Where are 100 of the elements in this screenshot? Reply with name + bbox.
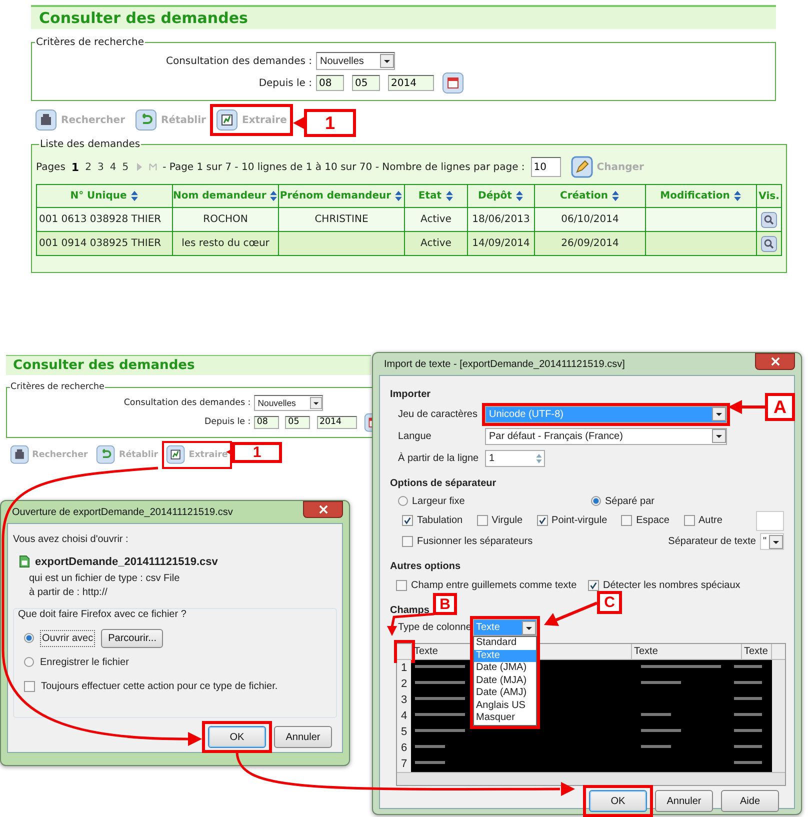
chart-icon: [216, 109, 238, 131]
arrow: [544, 602, 598, 626]
column-header[interactable]: N° Unique: [36, 184, 172, 208]
column-header[interactable]: Texte: [632, 644, 742, 659]
intro-text: Vous avez choisi d'ouvrir :: [13, 534, 130, 545]
checkbox[interactable]: [402, 515, 413, 526]
month-field[interactable]: 05: [352, 75, 380, 91]
field-label: Langue: [398, 430, 432, 442]
checkbox[interactable]: [536, 515, 548, 526]
option-label[interactable]: Enregistrer le fichier: [40, 656, 129, 668]
checkbox[interactable]: [402, 536, 413, 547]
checkbox[interactable]: [24, 680, 35, 692]
horizontal-scrollbar[interactable]: [397, 772, 785, 785]
option-label[interactable]: Détecter les nombres spéciaux: [603, 580, 740, 591]
rows-per-page-field[interactable]: 10: [530, 157, 561, 177]
page-link[interactable]: 5: [122, 162, 129, 172]
radio-button[interactable]: [24, 633, 34, 643]
sort-icon: [611, 190, 620, 202]
checkbox[interactable]: [476, 515, 488, 526]
browse-button[interactable]: Parcourir...: [101, 628, 164, 648]
dialog-button[interactable]: Aide: [721, 790, 779, 812]
option-label[interactable]: Point-virgule: [552, 515, 608, 526]
option-label[interactable]: Autre: [698, 515, 722, 526]
option-label[interactable]: Espace: [636, 515, 670, 526]
row-number: 3: [400, 693, 408, 708]
file-name: exportDemande_201411121519.csv: [35, 556, 218, 568]
dropdown-option[interactable]: Masquer: [474, 712, 536, 724]
table-cell: les resto du cœur: [172, 232, 278, 256]
close-button[interactable]: [755, 353, 795, 370]
sort-icon: [130, 190, 139, 202]
radio-button[interactable]: [24, 657, 34, 667]
row-number: 6: [400, 741, 408, 756]
spin-field[interactable]: 1: [485, 450, 545, 466]
option-label[interactable]: Tabulation: [417, 515, 463, 526]
column-header[interactable]: Dépôt: [468, 184, 534, 208]
dropdown-option[interactable]: Date (MJA): [474, 674, 536, 687]
field-label: Depuis le :: [258, 78, 312, 88]
row-number: 1: [400, 661, 408, 676]
radio-button[interactable]: [398, 496, 408, 506]
sort-icon: [514, 190, 524, 202]
option-label[interactable]: Virgule: [492, 515, 523, 526]
magnifier-icon[interactable]: [761, 236, 777, 252]
checkbox[interactable]: [396, 580, 407, 591]
field-label: Séparateur de texte: [668, 536, 756, 547]
last-page-icon[interactable]: [148, 162, 157, 172]
dropdown-option[interactable]: Anglais US: [474, 700, 536, 712]
column-header[interactable]: Nom demandeur: [172, 184, 278, 208]
column-header[interactable]: Vis.: [756, 184, 782, 208]
column-header[interactable]: Création: [534, 184, 646, 208]
next-page-icon[interactable]: [134, 162, 143, 172]
dialog-button[interactable]: OK: [208, 726, 266, 748]
day-field[interactable]: 08: [254, 416, 278, 430]
close-button[interactable]: [303, 501, 343, 518]
other-separator-field[interactable]: [756, 510, 784, 530]
field-label: Type de colonne: [398, 621, 472, 633]
language-dropdown[interactable]: Par défaut - Français (France): [485, 428, 727, 444]
checkbox[interactable]: [621, 515, 632, 526]
magnifier-icon[interactable]: [761, 212, 777, 228]
page-link[interactable]: 1: [71, 160, 80, 174]
checkbox[interactable]: [588, 580, 599, 591]
status-dropdown[interactable]: Nouvelles: [316, 52, 395, 70]
column-header[interactable]: Modification: [646, 184, 756, 208]
table-cell: 06/10/2014: [534, 208, 646, 232]
table-cell: 18/06/2013: [468, 208, 534, 232]
section-legend: Critères de recherche: [35, 37, 145, 48]
month-field[interactable]: 05: [285, 416, 310, 430]
dialog-button[interactable]: Annuler: [655, 790, 713, 812]
year-field[interactable]: 2014: [388, 75, 434, 91]
section-heading: Autres options: [390, 561, 462, 572]
year-field[interactable]: 2014: [316, 416, 357, 430]
option-label[interactable]: Ouvrir avec: [40, 630, 96, 646]
checkbox[interactable]: [684, 515, 694, 526]
status-dropdown[interactable]: Nouvelles: [254, 395, 324, 412]
column-header[interactable]: Texte: [742, 644, 772, 659]
day-field[interactable]: 08: [316, 75, 344, 91]
page-link[interactable]: 3: [97, 162, 104, 172]
section-heading: Options de séparateur: [390, 478, 498, 489]
callout-label: 1: [232, 442, 282, 463]
option-label[interactable]: Largeur fixe: [412, 496, 465, 506]
dropdown-option[interactable]: Date (AMJ): [474, 687, 536, 700]
page-link[interactable]: 4: [110, 162, 116, 172]
dialog-button[interactable]: OK: [589, 790, 647, 812]
vertical-scrollbar[interactable]: [772, 660, 785, 772]
column-header[interactable]: Prénom demandeur: [278, 184, 404, 208]
table-cell: 001 0914 038925 THIER: [36, 232, 172, 256]
option-label[interactable]: Fusionner les séparateurs: [417, 536, 533, 547]
text-separator-dropdown[interactable]: ": [760, 533, 784, 550]
dropdown-option[interactable]: Date (JMA): [474, 662, 536, 674]
calendar-icon[interactable]: [442, 72, 464, 94]
table-cell: CHRISTINE: [278, 208, 404, 232]
chart-icon: [166, 445, 186, 464]
page-link[interactable]: 2: [85, 162, 92, 172]
option-label[interactable]: Séparé par: [605, 496, 654, 506]
dialog-button[interactable]: Annuler: [274, 726, 332, 748]
building-icon: [10, 445, 29, 464]
column-header[interactable]: Etat: [404, 184, 468, 208]
option-label[interactable]: Toujours effectuer cette action pour ce type de fichier.: [41, 680, 278, 692]
close-icon: [770, 357, 780, 366]
radio-button[interactable]: [591, 496, 601, 506]
option-label[interactable]: Champ entre guillemets comme texte: [411, 580, 577, 591]
